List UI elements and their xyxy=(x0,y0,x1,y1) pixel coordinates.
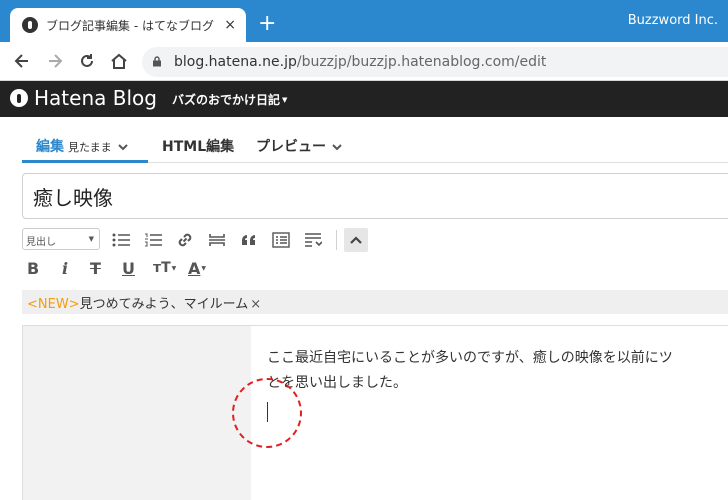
text-size-label: тT xyxy=(153,260,171,276)
tab-close-icon[interactable]: × xyxy=(224,17,236,33)
keyword-bar: <NEW>見つめてみよう、マイルーム × xyxy=(22,290,728,314)
caret-down-icon: ▼ xyxy=(171,264,177,272)
blog-name: バズのおでかけ日記 xyxy=(172,93,281,107)
highlight-circle xyxy=(232,378,302,448)
text-color-button[interactable]: A ▼ xyxy=(188,256,206,280)
url-path: /buzzjp/buzzjp.hatenablog.com/edit xyxy=(296,54,547,70)
link-icon[interactable] xyxy=(174,229,196,251)
editor-body[interactable]: ここ最近自宅にいることが多いのですが、癒しの映像を以前にツ とを思い出しました。 xyxy=(22,325,728,500)
bullet-list-icon[interactable] xyxy=(110,229,132,251)
new-badge: <NEW> xyxy=(27,297,80,312)
tab-title: ブログ記事編集 - はてなブログ xyxy=(46,18,214,33)
format-toolbar-row1: 見出し ▼ xyxy=(22,228,728,252)
profile-label[interactable]: Buzzword Inc. xyxy=(628,13,718,28)
active-tab-indicator xyxy=(22,160,148,163)
tab-edit[interactable]: 編集 見たまま xyxy=(36,136,128,156)
italic-button[interactable]: i xyxy=(62,256,68,280)
tab-preview-label: プレビュー xyxy=(256,139,326,155)
chevron-up-icon[interactable] xyxy=(344,228,368,252)
keyword-close-icon[interactable]: × xyxy=(250,297,261,312)
title-input[interactable]: 癒し映像 xyxy=(22,173,728,219)
back-arrow-icon[interactable] xyxy=(11,50,33,72)
heading-select[interactable]: 見出し ▼ xyxy=(22,228,100,250)
toolbar-divider xyxy=(336,230,337,250)
caret-down-icon: ▼ xyxy=(282,96,288,104)
format-toolbar-row2: B i T U тT ▼ A ▼ xyxy=(22,256,728,280)
caret-down-icon: ▼ xyxy=(201,264,207,272)
underline-button[interactable]: U xyxy=(122,256,135,280)
tab-html-edit[interactable]: HTML編集 xyxy=(162,136,234,156)
keyword-text[interactable]: 見つめてみよう、マイルーム xyxy=(80,297,249,312)
url-host: blog.hatena.ne.jp xyxy=(174,54,297,70)
chevron-down-icon xyxy=(332,141,342,154)
editor-tabs: 編集 見たまま HTML編集 プレビュー xyxy=(22,117,728,163)
horizontal-rule-icon[interactable] xyxy=(206,229,228,251)
text-color-label: A xyxy=(188,258,201,278)
numbered-list-icon[interactable] xyxy=(142,229,164,251)
forward-arrow-icon[interactable] xyxy=(44,50,66,72)
reload-icon[interactable] xyxy=(76,50,98,72)
hatena-logo-text[interactable]: Hatena Blog xyxy=(34,86,157,110)
heading-select-label: 見出し xyxy=(26,237,56,248)
hatena-header: Hatena Blog バズのおでかけ日記 ▼ xyxy=(0,81,728,117)
blog-name-menu[interactable]: バズのおでかけ日記 ▼ xyxy=(172,91,287,108)
editor-side-panel xyxy=(23,326,251,500)
title-bar: ブログ記事編集 - はてなブログ × + Buzzword Inc. xyxy=(0,0,728,42)
text-size-button[interactable]: тT ▼ xyxy=(153,256,176,280)
quote-icon[interactable] xyxy=(238,229,260,251)
caret-down-icon: ▼ xyxy=(88,235,94,243)
body-text-line-1: ここ最近自宅にいることが多いのですが、癒しの映像を以前にツ xyxy=(267,350,673,366)
browser-tab[interactable]: ブログ記事編集 - はてなブログ × xyxy=(10,8,246,42)
new-tab-button[interactable]: + xyxy=(258,13,276,35)
url-text: blog.hatena.ne.jp/buzzjp/buzzjp.hatenabl… xyxy=(174,54,546,70)
tab-preview[interactable]: プレビュー xyxy=(256,136,342,156)
chevron-down-icon xyxy=(117,141,128,154)
browser-window: ブログ記事編集 - はてなブログ × + Buzzword Inc. blog.… xyxy=(0,0,728,500)
lock-icon xyxy=(153,56,161,67)
read-more-icon[interactable] xyxy=(302,229,324,251)
strikethrough-button[interactable]: T xyxy=(90,256,101,280)
hatena-logo-icon xyxy=(10,89,28,107)
bold-button[interactable]: B xyxy=(27,256,39,280)
hatena-favicon-icon xyxy=(22,17,38,33)
address-bar[interactable]: blog.hatena.ne.jp/buzzjp/buzzjp.hatenabl… xyxy=(142,47,728,77)
tab-edit-label: 編集 xyxy=(36,139,64,155)
tab-edit-mode: 見たまま xyxy=(68,141,112,154)
table-of-contents-icon[interactable] xyxy=(270,229,292,251)
home-icon[interactable] xyxy=(108,50,130,72)
browser-toolbar: blog.hatena.ne.jp/buzzjp/buzzjp.hatenabl… xyxy=(0,42,728,81)
